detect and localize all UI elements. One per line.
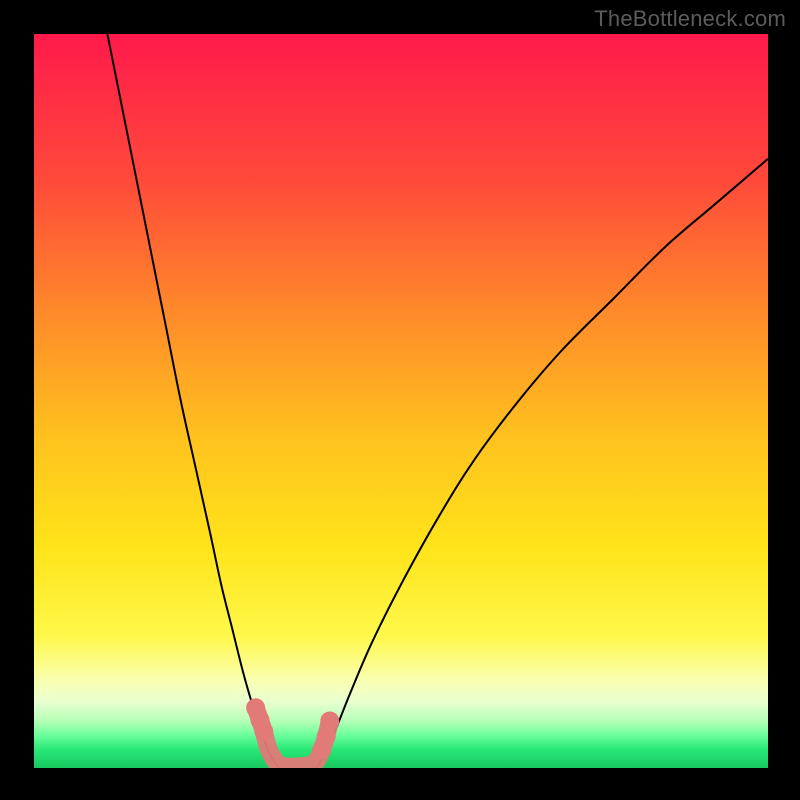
plot-area [34,34,768,768]
watermark-text: TheBottleneck.com [594,6,786,32]
bottleneck-curve [317,159,768,768]
curve-layer [34,34,768,768]
marker-dot [254,722,273,741]
bottleneck-curve [107,34,279,768]
chart-frame: TheBottleneck.com [0,0,800,800]
marker-dot [320,712,339,731]
